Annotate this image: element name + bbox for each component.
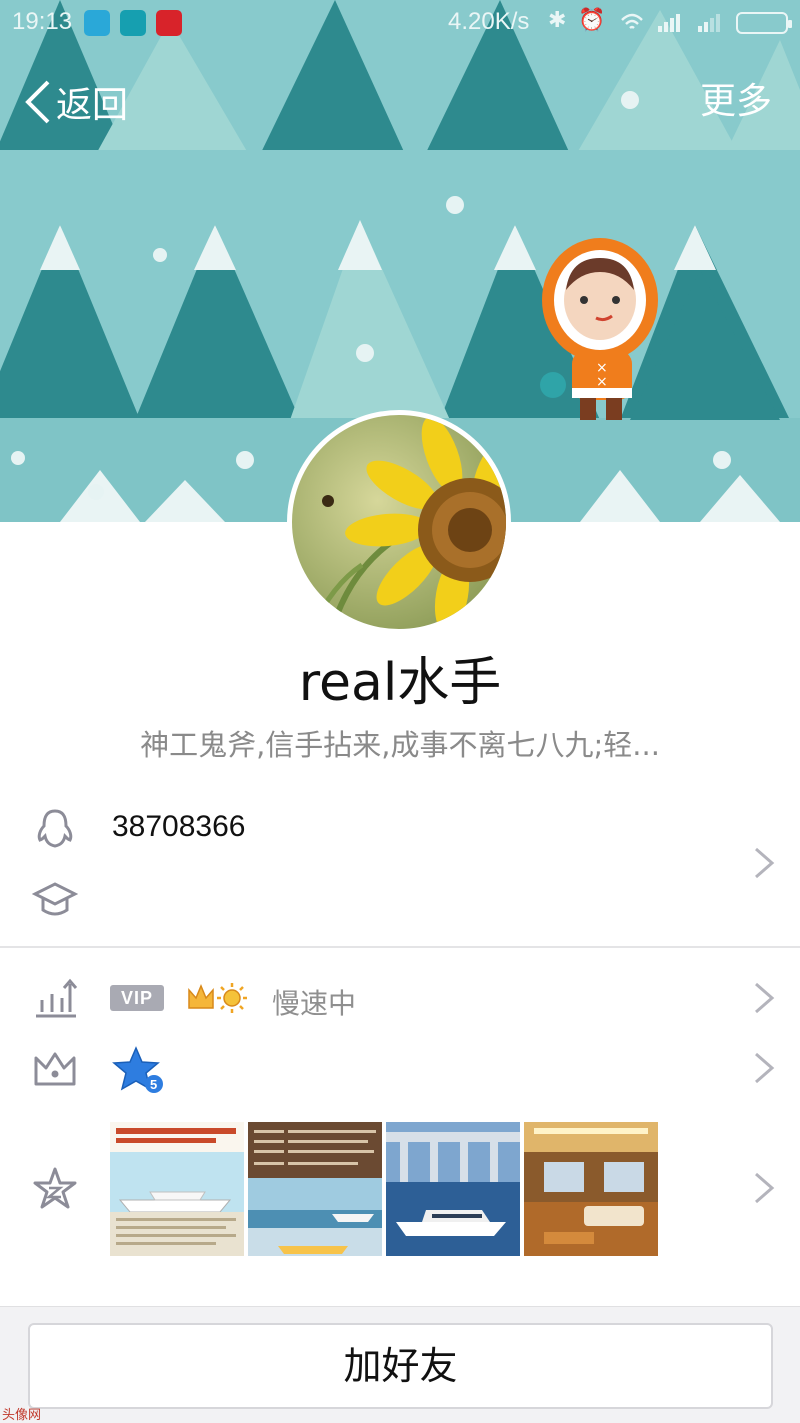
- yacht-bridge-image: [386, 1122, 520, 1256]
- app-notification-icon: [84, 10, 110, 36]
- status-bar: 19:13 4.20K/s ✱ ⏰: [0, 0, 800, 46]
- signal-icon-2: [698, 14, 720, 32]
- status-time: 19:13: [12, 8, 73, 35]
- sunflower-avatar-image: [292, 415, 506, 629]
- graduation-cap-icon: [32, 882, 78, 916]
- qzone-photo[interactable]: [386, 1122, 520, 1256]
- crown-level-icon: [188, 984, 214, 1009]
- qzone-star-icon: [33, 1167, 77, 1209]
- vip-status: 慢速中: [272, 987, 357, 1020]
- svg-text:×: ×: [596, 374, 608, 390]
- vip-level-icons: [188, 983, 247, 1013]
- boat-ad-image: [110, 1122, 244, 1256]
- qzone-photo[interactable]: [524, 1122, 658, 1256]
- chevron-right-icon[interactable]: [752, 980, 776, 1016]
- more-button[interactable]: 更多: [700, 76, 772, 128]
- chevron-right-icon[interactable]: [752, 1170, 776, 1206]
- network-speed: 4.20K/s: [448, 8, 530, 35]
- stats-arrow-icon: [36, 978, 78, 1018]
- qq-level-star-icon: 5: [112, 1046, 163, 1093]
- add-friend-button[interactable]: 加好友: [28, 1323, 773, 1409]
- back-chevron-icon: [25, 80, 50, 124]
- netease-music-icon: [156, 10, 182, 36]
- bluetooth-icon: ✱: [548, 8, 567, 33]
- vip-badge: VIP: [110, 985, 164, 1011]
- app-notification-icon: [120, 10, 146, 36]
- wifi-icon: [621, 13, 643, 29]
- bottom-action-bar: 加好友: [0, 1306, 800, 1423]
- chevron-right-icon[interactable]: [752, 1050, 776, 1086]
- boat-info-image: [248, 1122, 382, 1256]
- battery-icon: [736, 12, 792, 34]
- svg-text:5: 5: [150, 1077, 157, 1092]
- back-label: 返回: [56, 85, 129, 126]
- section-divider: [0, 946, 800, 948]
- watermark: 头像网: [2, 1408, 42, 1423]
- chevron-right-icon[interactable]: [752, 845, 776, 881]
- qzone-photo[interactable]: [110, 1122, 244, 1256]
- yacht-interior-image: [524, 1122, 658, 1256]
- qq-penguin-icon: [37, 809, 73, 848]
- alarm-icon: ⏰: [578, 8, 606, 33]
- qzone-photo[interactable]: [248, 1122, 382, 1256]
- nickname: real水手: [298, 653, 502, 713]
- crown-icon: [34, 1052, 76, 1086]
- back-button[interactable]: 返回: [22, 76, 128, 128]
- signature[interactable]: 神工鬼斧,信手拈来,成事不离七八九;轻...: [0, 722, 800, 764]
- signal-icon-1: [658, 14, 680, 32]
- sun-level-icon: [217, 983, 247, 1013]
- qq-number: 38708366: [112, 810, 246, 843]
- avatar[interactable]: [287, 410, 511, 634]
